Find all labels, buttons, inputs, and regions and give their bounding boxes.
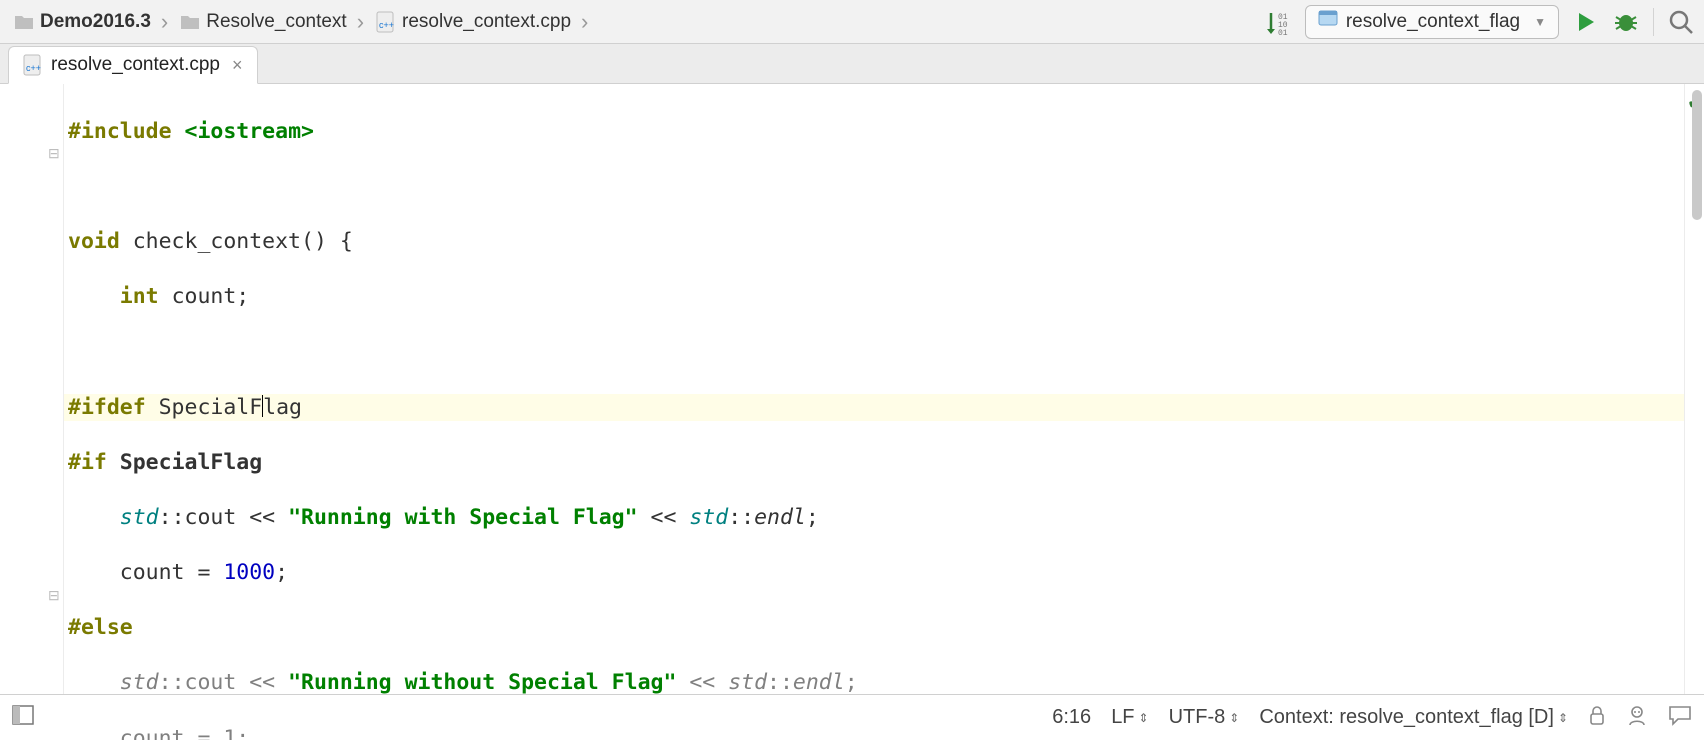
code-token: 1: [223, 726, 236, 740]
code-token: SpecialFlag: [107, 450, 262, 475]
code-token: <iostream>: [185, 119, 314, 144]
breadcrumb-folder[interactable]: Resolve_context ›: [176, 9, 372, 35]
code-token: <<: [638, 505, 690, 530]
cpp-file-icon: c++: [23, 54, 43, 76]
code-token: endl: [793, 670, 845, 695]
code-token: std: [728, 670, 767, 695]
code-token: ::: [767, 670, 793, 695]
code-token: count =: [68, 726, 223, 740]
code-token: 1000: [223, 560, 275, 585]
breadcrumb-file[interactable]: c++ resolve_context.cpp ›: [372, 9, 596, 35]
code-token: "Running with Special Flag": [288, 505, 638, 530]
code-token: ;: [845, 670, 858, 695]
code-token: #ifdef: [68, 395, 146, 420]
build-icon[interactable]: 011001: [1265, 9, 1291, 35]
application-icon: [1318, 10, 1338, 34]
code-token: count =: [68, 560, 223, 585]
code-token: endl: [754, 505, 806, 530]
code-token: <<: [236, 505, 288, 530]
editor-gutter[interactable]: ⊟ ⊟: [0, 84, 64, 694]
chevron-right-icon: ›: [577, 9, 592, 35]
code-token: ::: [159, 670, 185, 695]
code-token: ;: [236, 726, 249, 740]
editor-tab[interactable]: c++ resolve_context.cpp ×: [8, 46, 258, 84]
cpp-file-icon: c++: [376, 11, 396, 33]
svg-text:c++: c++: [379, 20, 394, 30]
breadcrumb-project[interactable]: Demo2016.3 ›: [10, 9, 176, 35]
code-token: std: [689, 505, 728, 530]
error-stripe[interactable]: ✔: [1684, 84, 1704, 694]
breadcrumb-folder-label: Resolve_context: [206, 11, 346, 33]
tool-window-quick-access-icon[interactable]: [12, 705, 34, 731]
scrollbar-thumb[interactable]: [1692, 90, 1702, 220]
svg-text:01: 01: [1278, 29, 1288, 35]
code-token: #else: [68, 615, 133, 640]
code-area[interactable]: #include <iostream> void check_context()…: [64, 84, 1684, 694]
code-token: int: [120, 284, 159, 309]
code-token: #if: [68, 450, 107, 475]
code-token: #include: [68, 119, 172, 144]
code-token: ::: [728, 505, 754, 530]
chevron-right-icon: ›: [157, 9, 172, 35]
editor-tab-bar: c++ resolve_context.cpp ×: [0, 44, 1704, 84]
svg-text:c++: c++: [26, 63, 41, 73]
code-token: ;: [275, 560, 288, 585]
code-token: std: [120, 505, 159, 530]
code-token: std: [120, 670, 159, 695]
code-token: count;: [159, 284, 250, 309]
editor: ⊟ ⊟ #include <iostream> void check_conte…: [0, 84, 1704, 694]
run-button[interactable]: [1573, 9, 1599, 35]
breadcrumb-file-label: resolve_context.cpp: [402, 11, 571, 33]
code-token: void: [68, 229, 120, 254]
code-token: cout: [185, 670, 237, 695]
editor-tab-label: resolve_context.cpp: [51, 54, 220, 76]
navigation-toolbar: Demo2016.3 › Resolve_context › c++ resol…: [0, 0, 1704, 44]
dropdown-arrow-icon: ▼: [1534, 15, 1546, 29]
debug-button[interactable]: [1613, 9, 1639, 35]
breadcrumb-project-label: Demo2016.3: [40, 11, 151, 33]
code-token: "Running without Special Flag": [288, 670, 676, 695]
code-token: ;: [806, 505, 819, 530]
folder-icon: [14, 13, 34, 31]
toolbar-divider: [1653, 8, 1654, 36]
code-token: <<: [676, 670, 728, 695]
search-everywhere-button[interactable]: [1668, 9, 1694, 35]
code-token: lag: [263, 395, 302, 420]
run-configuration-selector[interactable]: resolve_context_flag ▼: [1305, 5, 1559, 39]
code-token: check_context() {: [120, 229, 353, 254]
folder-icon: [180, 13, 200, 31]
toolbar-right: 011001 resolve_context_flag ▼: [1265, 5, 1694, 39]
chevron-right-icon: ›: [353, 9, 368, 35]
code-token: SpecialF: [146, 395, 263, 420]
code-token: <<: [236, 670, 288, 695]
run-configuration-label: resolve_context_flag: [1346, 11, 1520, 33]
fold-marker-icon[interactable]: ⊟: [48, 146, 60, 160]
code-token: cout: [185, 505, 237, 530]
close-tab-icon[interactable]: ×: [228, 55, 243, 76]
code-token: ::: [159, 505, 185, 530]
fold-marker-icon[interactable]: ⊟: [48, 588, 60, 602]
